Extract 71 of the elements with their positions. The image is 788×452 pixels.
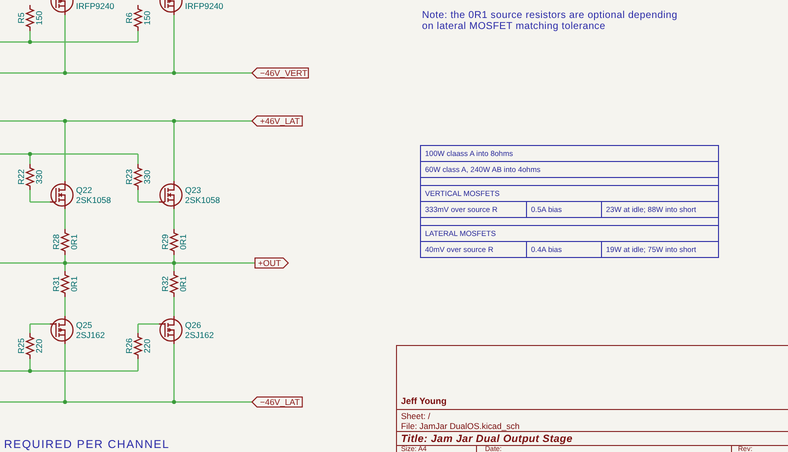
component-value: 2SK1058 [185,195,220,205]
channel-note: REQUIRED PER CHANNEL [4,439,170,451]
component-value: 0R1 [178,234,188,250]
mosfet-symbol [158,315,183,345]
resistor-symbol [60,271,70,297]
reference-designator: R28 [51,234,61,250]
title-text: Title: Jam Jar Dual Output Stage [401,432,573,444]
junction-dot [63,119,67,123]
component-value: 150 [34,10,44,26]
resistor-symbol [168,229,180,255]
component-value: 0R1 [69,234,79,250]
component-value: 330 [142,170,152,184]
wire [64,209,66,229]
company-name: Jeff Young [401,394,447,408]
component-value: 220 [34,338,44,354]
mosfet-symbol [158,180,183,210]
reference-designator: Q22 [76,185,92,195]
reference-designator: R5 [16,12,26,24]
junction-dot [63,71,67,75]
wire [173,209,175,229]
resistor-symbol [168,271,180,297]
component-value: IRFP9240 [185,1,224,11]
component-value: 0R1 [178,276,188,292]
net-label: +OUT [254,258,289,268]
component-value: 0R1 [69,276,79,292]
resistor-symbol [132,5,144,31]
reference-designator: R23 [124,169,134,185]
reference-designator: R32 [160,276,170,292]
resistor-symbol [60,229,70,255]
reference-designator: R6 [124,12,134,24]
note-text: Note: the 0R1 source resistors are optional depending on lateral MOSFET matching tolerance [422,10,678,32]
file-name: File: JamJar DualOS.kicad_sch [401,420,521,430]
component-value: IRFP9240 [76,1,114,11]
reference-designator: R22 [16,169,26,185]
net-label: −46V_LAT [251,396,303,408]
reference-designator: Q26 [185,320,202,330]
reference-designator: R26 [124,338,134,354]
net-label: −46V_VERT [251,68,309,78]
component-value: 2SJ162 [76,330,105,340]
reference-designator: R31 [51,276,61,292]
component-value: 330 [34,170,44,184]
sheet-path: Sheet: / [401,410,432,420]
junction-dot [28,40,32,44]
resistor-symbol [24,333,36,359]
mosfet-symbol [49,0,74,16]
junction-dot [172,119,176,123]
reference-designator: Q23 [185,185,202,195]
junction-dot [63,261,67,265]
junction-dot [172,71,176,75]
reference-designator: R25 [16,338,26,354]
resistor-symbol [24,5,36,31]
resistor-symbol [132,164,144,190]
resistor-symbol [24,164,36,190]
resistor-symbol [132,333,144,359]
component-value: 2SK1058 [76,195,111,205]
component-value: 220 [142,338,152,354]
reference-designator: Q25 [76,320,92,330]
junction-dot [172,261,176,265]
wire [173,297,175,316]
mosfet-symbol [49,315,74,345]
mosfet-symbol [158,0,183,16]
junction-dot [28,369,32,373]
junction-dot [63,400,67,404]
component-value: 2SJ162 [185,330,214,340]
mosfet-symbol [49,180,74,210]
reference-designator: R29 [160,234,170,250]
wire [64,297,66,316]
junction-dot [28,152,32,156]
junction-dot [172,400,176,404]
component-value: 150 [142,10,152,26]
net-label: +46V_LAT [251,116,303,126]
